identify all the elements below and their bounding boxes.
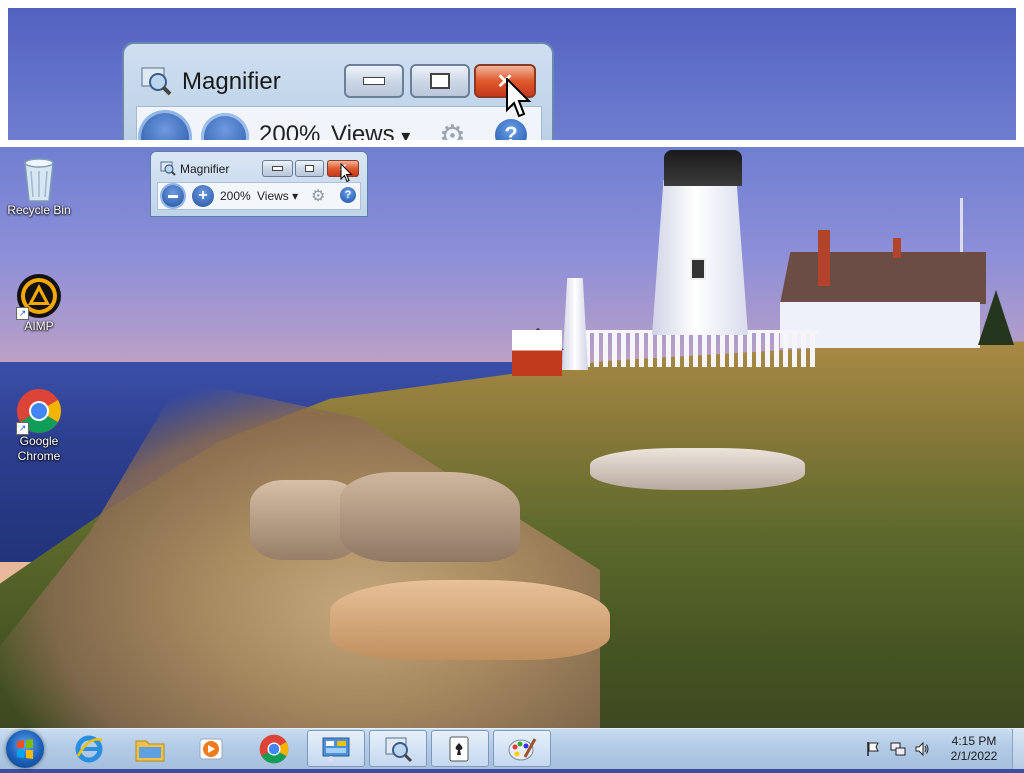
restore-icon (305, 165, 314, 172)
magnified-cursor-icon (506, 78, 532, 118)
wallpaper-fence (585, 330, 817, 367)
options-button[interactable]: ⚙ (311, 186, 325, 206)
gear-icon: ⚙ (439, 120, 466, 140)
wallpaper-lighthouse-lantern (664, 150, 742, 186)
media-player-icon (199, 738, 223, 759)
wallpaper-rock (590, 448, 805, 490)
zoom-in-button[interactable]: + (192, 185, 214, 207)
taskbar-item-media-player[interactable] (182, 730, 240, 767)
desktop-icon-google-chrome[interactable]: ↗ Google Chrome (1, 388, 77, 464)
zoom-in-icon (201, 113, 249, 140)
folder-icon (135, 740, 165, 761)
help-button[interactable]: ? (340, 187, 356, 203)
solitaire-icon (449, 736, 469, 761)
magnified-window-title: Magnifier (182, 68, 281, 95)
views-dropdown[interactable]: Views ▾ (257, 189, 298, 203)
shortcut-arrow-icon: ↗ (16, 422, 29, 435)
wallpaper-shed (512, 330, 562, 376)
control-panel-icon (322, 737, 350, 762)
minimize-button[interactable] (262, 160, 293, 177)
volume-icon[interactable] (914, 741, 930, 757)
magnifier-lens-view: Magnifier ✕ 200% Views ▾ ⚙ ? (0, 0, 1024, 147)
desktop-icon-aimp[interactable]: ↗ AIMP (1, 273, 77, 334)
help-icon: ? (495, 119, 527, 140)
wallpaper-house-roof (780, 252, 986, 304)
taskbar-item-windows-explorer[interactable] (121, 730, 179, 767)
magnified-restore-button (410, 64, 470, 98)
clock-date: 2/1/2022 (950, 749, 998, 763)
zoom-level-label: 200% (220, 189, 251, 203)
chrome-icon (259, 734, 289, 763)
taskbar-item-paint[interactable] (493, 730, 551, 767)
magnified-toolbar: 200% Views ▾ ⚙ ? (136, 106, 542, 140)
start-button[interactable] (6, 730, 44, 768)
magnifier-icon (385, 737, 413, 762)
magnified-region: Magnifier ✕ 200% Views ▾ ⚙ ? (8, 8, 1016, 140)
zoom-out-icon (141, 113, 189, 140)
magnified-minimize-button (344, 64, 404, 98)
windows-start-icon (17, 739, 33, 759)
paint-icon (508, 737, 537, 760)
magnifier-icon (141, 67, 172, 96)
ie-icon (75, 735, 103, 762)
taskbar-item-internet-explorer[interactable] (60, 730, 118, 767)
magnified-views-label: Views ▾ (331, 121, 411, 140)
desktop-icon-label-line1: Google (19, 434, 59, 448)
restore-icon (430, 73, 450, 89)
gear-icon: ⚙ (311, 188, 326, 205)
wallpaper-chimney (893, 238, 901, 258)
wallpaper-lighthouse-window (690, 258, 706, 280)
magnified-magnifier-window: Magnifier ✕ 200% Views ▾ ⚙ ? (122, 42, 554, 140)
magnifier-window: Magnifier ✕ + 200% Views ▾ ⚙ ? (150, 151, 368, 217)
mouse-cursor-icon (340, 163, 353, 183)
desktop-icon-recycle-bin[interactable]: Recycle Bin (1, 157, 77, 218)
show-desktop-button[interactable] (1012, 729, 1024, 769)
shortcut-arrow-icon: ↗ (16, 307, 29, 320)
window-title: Magnifier (180, 162, 230, 176)
desktop-icon-label: AIMP (24, 319, 54, 333)
magnifier-icon (160, 161, 176, 176)
wallpaper-chimney (818, 230, 830, 286)
wallpaper-rock (340, 472, 520, 562)
minimize-icon (363, 77, 385, 85)
zoom-out-button[interactable] (162, 185, 184, 207)
taskbar-item-magnifier[interactable] (369, 730, 427, 767)
magnifier-toolbar: + 200% Views ▾ ⚙ ? (157, 182, 361, 210)
zoom-in-icon: + (198, 187, 208, 204)
help-icon: ? (344, 189, 352, 201)
clock-time: 4:15 PM (951, 734, 997, 748)
zoom-out-icon (168, 194, 178, 198)
chevron-down-icon: ▾ (292, 189, 299, 203)
restore-button[interactable] (295, 160, 324, 177)
taskbar: 4:15 PM 2/1/2022 (0, 728, 1024, 769)
taskbar-item-google-chrome[interactable] (245, 730, 303, 767)
magnified-zoom-level: 200% (259, 121, 321, 140)
network-icon[interactable] (890, 741, 906, 757)
system-clock[interactable]: 4:15 PM 2/1/2022 (940, 734, 1008, 764)
desktop-icon-label: Recycle Bin (7, 203, 71, 217)
taskbar-item-solitaire[interactable] (431, 730, 489, 767)
recycle-bin-icon (24, 158, 54, 202)
minimize-icon (272, 166, 283, 171)
desktop-icon-label-line2: Chrome (17, 449, 61, 463)
taskbar-item-control-panel[interactable] (307, 730, 365, 767)
action-center-flag-icon[interactable] (866, 741, 880, 757)
wallpaper-rock (330, 580, 610, 660)
